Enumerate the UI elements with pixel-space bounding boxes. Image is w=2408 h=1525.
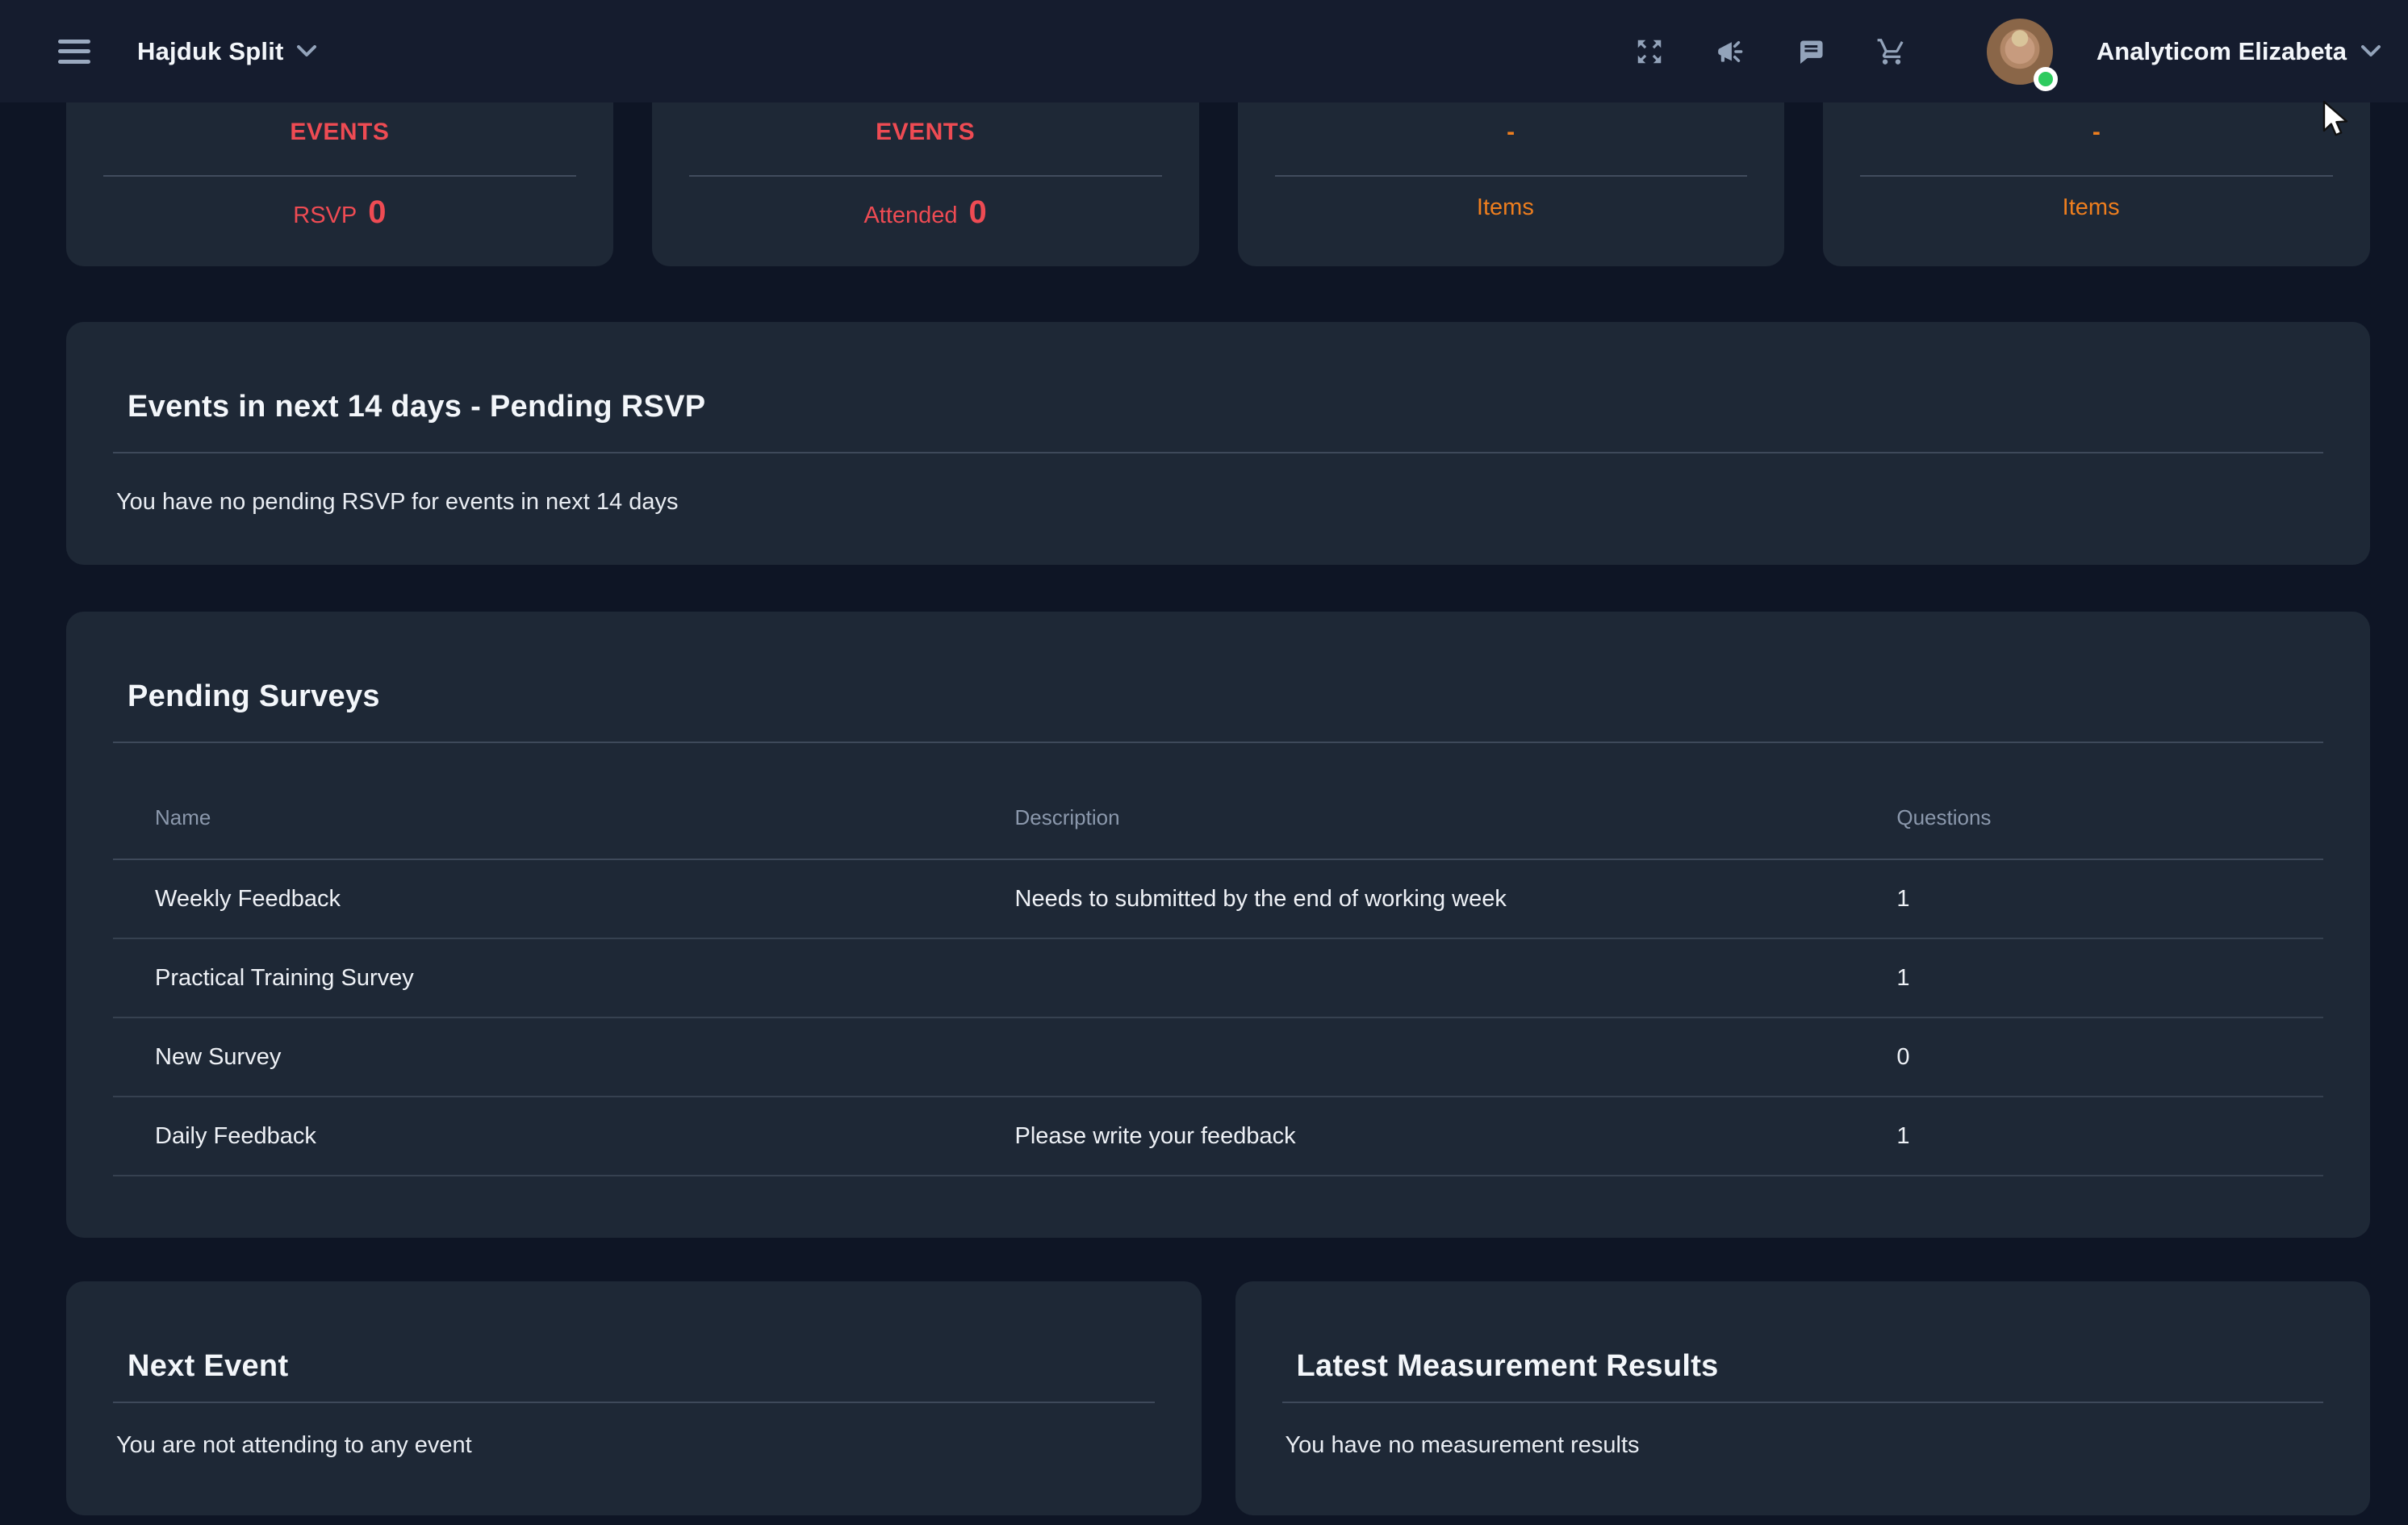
stat-label: - <box>1238 119 1785 146</box>
column-header-questions: Questions <box>1896 805 2323 830</box>
fullscreen-icon <box>1634 36 1665 67</box>
stat-sub-label: RSVP <box>293 203 357 229</box>
table-row-weekly-feedback[interactable]: Weekly Feedback Needs to submitted by th… <box>113 860 2323 939</box>
megaphone-icon <box>1715 36 1745 67</box>
column-header-name: Name <box>113 805 1015 830</box>
survey-name: New Survey <box>113 1044 1015 1071</box>
pending-rsvp-empty-message: You have no pending RSVP for events in n… <box>116 487 2320 516</box>
stat-sub-label: Items <box>2063 194 2120 221</box>
pending-rsvp-card: Events in next 14 days - Pending RSVP Yo… <box>66 322 2370 565</box>
fullscreen-button[interactable] <box>1633 36 1666 68</box>
stat-value: Items <box>1823 194 2370 221</box>
user-avatar-wrap[interactable] <box>1987 19 2053 85</box>
stat-number: 0 <box>969 194 987 231</box>
next-event-title: Next Event <box>128 1347 1140 1385</box>
latest-measurements-title: Latest Measurement Results <box>1297 1347 2310 1385</box>
divider <box>689 175 1162 177</box>
stat-value: Items <box>1238 194 1785 221</box>
surveys-table: Name Description Questions Weekly Feedba… <box>113 743 2323 1176</box>
stat-sub-label: Attended <box>863 203 957 229</box>
survey-name: Practical Training Survey <box>113 965 1015 992</box>
table-row-new-survey[interactable]: New Survey 0 <box>113 1018 2323 1097</box>
pending-surveys-card: Pending Surveys Name Description Questio… <box>66 612 2370 1238</box>
divider <box>113 1402 1155 1403</box>
survey-questions: 1 <box>1896 965 2323 992</box>
chevron-down-icon <box>2361 45 2381 57</box>
dashboard-screen: EVENTS RSVP 0 EVENTS Attended 0 - <box>0 0 2408 1525</box>
column-header-description: Description <box>1015 805 1897 830</box>
stat-label: EVENTS <box>66 119 613 146</box>
dashboard-content: EVENTS RSVP 0 EVENTS Attended 0 - <box>0 0 2408 1525</box>
table-row-daily-feedback[interactable]: Daily Feedback Please write your feedbac… <box>113 1097 2323 1176</box>
pending-surveys-title: Pending Surveys <box>128 678 2309 715</box>
cart-icon <box>1876 36 1907 67</box>
next-event-card: Next Event You are not attending to any … <box>66 1281 1202 1515</box>
club-name: Hajduk Split <box>137 37 284 66</box>
table-row-practical-training-survey[interactable]: Practical Training Survey 1 <box>113 939 2323 1018</box>
pending-rsvp-title: Events in next 14 days - Pending RSVP <box>128 388 2309 425</box>
survey-description: Please write your feedback <box>1015 1123 1897 1150</box>
online-status-dot <box>2034 67 2058 91</box>
menu-icon[interactable] <box>58 40 90 64</box>
divider <box>1275 175 1748 177</box>
stat-label: - <box>1823 119 2370 146</box>
stat-sub-label: Items <box>1477 194 1534 221</box>
announcements-button[interactable] <box>1714 36 1746 68</box>
chat-icon <box>1796 36 1826 67</box>
stat-value: Attended 0 <box>652 194 1199 231</box>
bottom-row: Next Event You are not attending to any … <box>66 1281 2370 1515</box>
stat-label: EVENTS <box>652 119 1199 146</box>
chevron-down-icon <box>297 45 316 57</box>
divider <box>113 452 2323 453</box>
survey-questions: 0 <box>1896 1044 2323 1071</box>
survey-questions: 1 <box>1896 886 2323 913</box>
survey-name: Weekly Feedback <box>113 886 1015 913</box>
stat-value: RSVP 0 <box>66 194 613 231</box>
divider <box>1282 1402 2324 1403</box>
divider <box>103 175 576 177</box>
messages-button[interactable] <box>1795 36 1827 68</box>
latest-measurements-empty-message: You have no measurement results <box>1286 1431 2321 1460</box>
latest-measurements-card: Latest Measurement Results You have no m… <box>1235 1281 2371 1515</box>
divider <box>1860 175 2333 177</box>
surveys-table-header: Name Description Questions <box>113 743 2323 860</box>
top-navbar: Hajduk Split <box>0 0 2408 102</box>
user-name: Analyticom Elizabeta <box>2097 37 2347 66</box>
survey-questions: 1 <box>1896 1123 2323 1150</box>
survey-description: Needs to submitted by the end of working… <box>1015 886 1897 913</box>
next-event-empty-message: You are not attending to any event <box>116 1431 1152 1460</box>
survey-name: Daily Feedback <box>113 1123 1015 1150</box>
user-menu[interactable]: Analyticom Elizabeta <box>2097 37 2381 66</box>
club-selector[interactable]: Hajduk Split <box>137 37 316 66</box>
stat-number: 0 <box>368 194 386 231</box>
shop-button[interactable] <box>1875 36 1908 68</box>
navbar-actions: Analyticom Elizabeta <box>1633 19 2381 85</box>
